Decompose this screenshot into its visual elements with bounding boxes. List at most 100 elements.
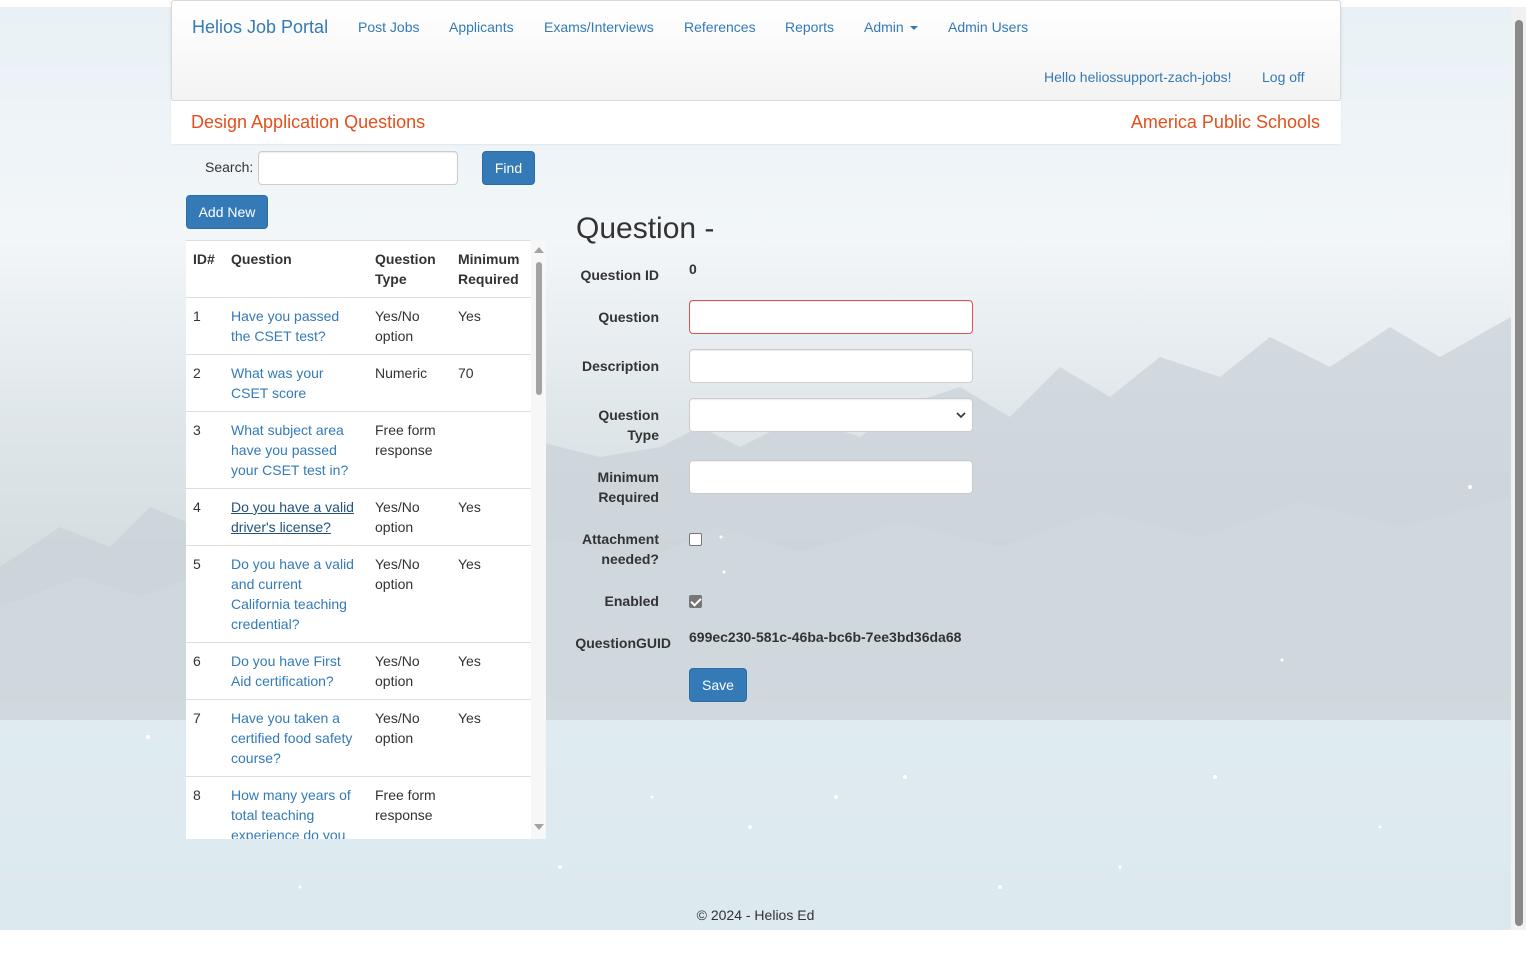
- row-minimum-required: Yes: [451, 642, 531, 700]
- question-id-value: 0: [689, 261, 697, 277]
- question-type-label: Question Type: [539, 405, 659, 445]
- nav-admin-dropdown[interactable]: Admin: [864, 19, 918, 35]
- row-question-link[interactable]: Have you passed the CSET test?: [231, 308, 339, 344]
- form-heading: Question -: [576, 212, 715, 245]
- nav-applicants[interactable]: Applicants: [449, 19, 514, 35]
- table-row: 2 What was your CSET score Numeric 70: [186, 354, 531, 412]
- row-minimum-required: Yes: [451, 699, 531, 777]
- row-question-type: Free form response: [368, 776, 451, 839]
- col-header-min-line1: Minimum: [458, 251, 520, 267]
- row-question-type: Yes/No option: [368, 545, 451, 643]
- attachment-needed-checkbox[interactable]: [689, 533, 702, 546]
- question-input[interactable]: [689, 300, 973, 334]
- row-id: 7: [186, 699, 224, 777]
- row-id: 4: [186, 488, 224, 546]
- row-minimum-required: [451, 411, 531, 489]
- user-greeting-link[interactable]: Hello heliossupport-zach-jobs!: [1044, 69, 1232, 85]
- question-label: Question: [598, 309, 659, 325]
- scroll-down-arrow-icon[interactable]: [534, 824, 544, 830]
- page-header: Design Application Questions America Pub…: [171, 101, 1341, 144]
- nav-exams-interviews[interactable]: Exams/Interviews: [544, 19, 654, 35]
- row-id: 5: [186, 545, 224, 643]
- row-question-cell: How many years of total teaching experie…: [224, 776, 368, 839]
- find-button[interactable]: Find: [482, 151, 535, 185]
- row-minimum-required: Yes: [451, 297, 531, 355]
- row-question-cell: Do you have a valid and current Californ…: [224, 545, 368, 643]
- table-row: 5 Do you have a valid and current Califor…: [186, 545, 531, 643]
- enabled-checkbox[interactable]: [689, 595, 702, 608]
- chevron-down-icon: [956, 412, 966, 419]
- row-question-cell: Do you have a valid driver's license?: [224, 488, 368, 546]
- row-question-link[interactable]: What subject area have you passed your C…: [231, 422, 348, 478]
- footer-divider: [0, 879, 1511, 880]
- nav-admin-label: Admin: [864, 19, 904, 35]
- row-question-link[interactable]: How many years of total teaching experie…: [231, 787, 351, 839]
- nav-reports[interactable]: Reports: [785, 19, 834, 35]
- table-row: 7 Have you taken a certified food safety …: [186, 699, 531, 777]
- col-header-type-line1: Question: [375, 251, 436, 267]
- footer-copyright: © 2024 - Helios Ed: [696, 907, 815, 923]
- question-type-select[interactable]: [689, 398, 973, 432]
- table-row: 4 Do you have a valid driver's license? Ye…: [186, 488, 531, 546]
- row-id: 6: [186, 642, 224, 700]
- row-question-type: Yes/No option: [368, 297, 451, 355]
- question-type-label-line2: Type: [627, 427, 659, 443]
- table-row: 6 Do you have First Aid certification? Yes…: [186, 642, 531, 700]
- row-question-link[interactable]: Have you taken a certified food safety c…: [231, 710, 352, 766]
- add-new-button[interactable]: Add New: [186, 195, 268, 229]
- description-label: Description: [581, 358, 659, 374]
- enabled-label: Enabled: [604, 593, 659, 609]
- minimum-required-input[interactable]: [689, 460, 973, 494]
- row-question-link[interactable]: Do you have a valid and current Californ…: [231, 556, 354, 632]
- row-id: 8: [186, 776, 224, 839]
- organization-name: America Public Schools: [1130, 112, 1320, 132]
- row-question-cell: What was your CSET score: [224, 354, 368, 412]
- minimum-required-label-line1: Minimum: [597, 469, 659, 485]
- table-header-row: ID# Question Question Type Minimum Require…: [186, 240, 531, 298]
- window-scrollbar-thumb[interactable]: [1515, 20, 1523, 926]
- row-question-type: Yes/No option: [368, 642, 451, 700]
- minimum-required-label: Minimum Required: [539, 467, 659, 507]
- col-header-question-type: Question Type: [368, 240, 451, 298]
- col-header-question: Question: [224, 240, 368, 298]
- question-id-label: Question ID: [580, 267, 659, 283]
- top-navbar: Helios Job Portal Post Jobs Applicants E…: [171, 0, 1341, 101]
- attachment-needed-label-line2: needed?: [601, 551, 659, 567]
- save-button[interactable]: Save: [689, 668, 747, 702]
- row-minimum-required: Yes: [451, 488, 531, 546]
- minimum-required-label-line2: Required: [598, 489, 659, 505]
- row-question-type: Numeric: [368, 354, 451, 412]
- attachment-needed-label: Attachment needed?: [539, 529, 659, 569]
- description-input[interactable]: [689, 349, 973, 383]
- nav-post-jobs[interactable]: Post Jobs: [358, 19, 419, 35]
- questions-table-container: ID# Question Question Type Minimum Require…: [186, 240, 531, 839]
- table-row: 8 How many years of total teaching experi…: [186, 776, 531, 839]
- table-row: 3 What subject area have you passed your …: [186, 411, 531, 489]
- nav-admin-users[interactable]: Admin Users: [948, 19, 1028, 35]
- scroll-up-arrow-icon[interactable]: [534, 247, 544, 253]
- row-question-cell: Have you taken a certified food safety c…: [224, 699, 368, 777]
- col-header-minimum-required: Minimum Required: [451, 240, 531, 298]
- row-id: 3: [186, 411, 224, 489]
- row-minimum-required: 70: [451, 354, 531, 412]
- row-question-link[interactable]: Do you have First Aid certification?: [231, 653, 341, 689]
- row-minimum-required: [451, 776, 531, 839]
- search-input[interactable]: [258, 151, 458, 185]
- attachment-needed-label-line1: Attachment: [581, 531, 659, 547]
- questions-table: ID# Question Question Type Minimum Require…: [186, 240, 531, 839]
- row-question-cell: What subject area have you passed your C…: [224, 411, 368, 489]
- table-row: 1 Have you passed the CSET test? Yes/No op…: [186, 297, 531, 355]
- search-label: Search:: [205, 159, 254, 175]
- brand-link[interactable]: Helios Job Portal: [192, 17, 328, 38]
- row-minimum-required: Yes: [451, 545, 531, 643]
- col-header-min-line2: Required: [458, 271, 519, 287]
- row-question-link[interactable]: What was your CSET score: [231, 365, 324, 401]
- col-header-id: ID#: [186, 240, 224, 298]
- row-question-link[interactable]: Do you have a valid driver's license?: [231, 499, 354, 535]
- logoff-link[interactable]: Log off: [1262, 69, 1305, 85]
- chevron-down-icon: [909, 26, 918, 31]
- row-question-type: Yes/No option: [368, 699, 451, 777]
- nav-references[interactable]: References: [684, 19, 756, 35]
- col-header-type-line2: Type: [375, 271, 407, 287]
- row-question-cell: Do you have First Aid certification?: [224, 642, 368, 700]
